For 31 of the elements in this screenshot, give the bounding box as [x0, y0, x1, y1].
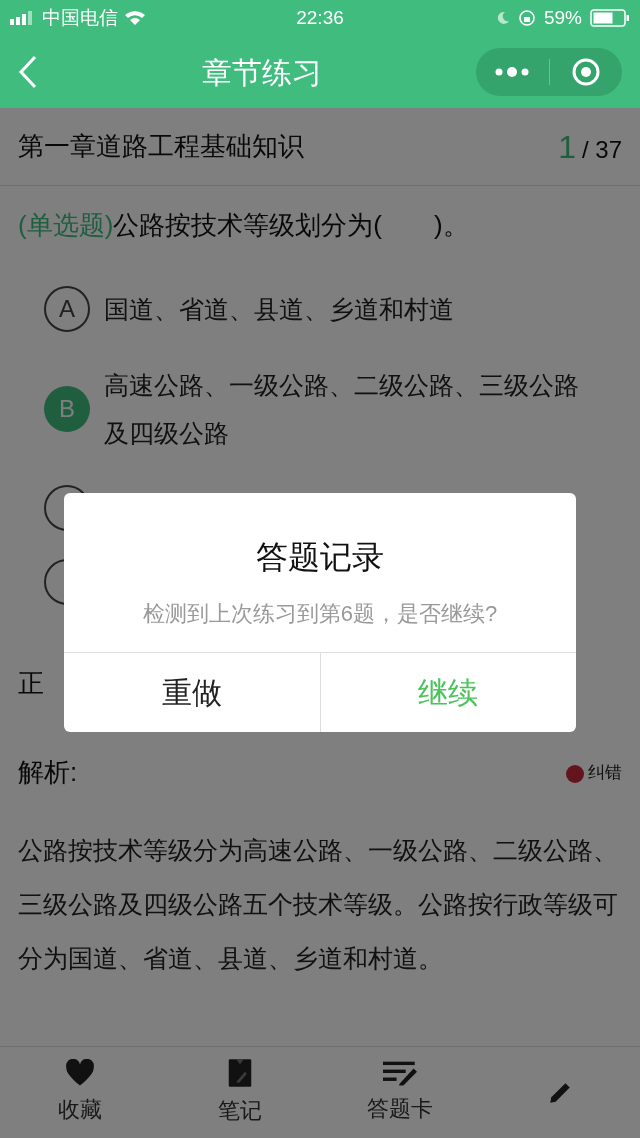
dialog-message: 检测到上次练习到第6题，是否继续? [142, 600, 498, 628]
battery-icon [590, 9, 630, 27]
analysis-text: 公路按技术等级分为高速公路、一级公路、二级公路、三级公路及四级公路五个技术等级。公路按行政等级可分为国道、省道、县道、乡道和村道。 [17, 835, 619, 974]
dialog-title: 答题记录 [256, 538, 384, 577]
battery-percent: 59% [543, 5, 582, 30]
option-text: 国道、省道、县道、乡道和村道 [104, 294, 454, 325]
option-letter[interactable]: A [44, 286, 90, 332]
analysis-label: 解析: [18, 756, 78, 789]
page-title: 章节练习 [202, 54, 322, 91]
heart-icon [65, 1059, 95, 1087]
close-icon [570, 57, 601, 87]
question-text: (单选题)公路按技术等级划分为( )。 [17, 209, 470, 242]
rotation-lock-icon [517, 9, 536, 27]
wifi-icon [124, 10, 146, 26]
list-pen-icon [383, 1060, 417, 1086]
report-error-link[interactable]: 纠错 [588, 759, 622, 786]
dialog-button[interactable]: 继续 [319, 653, 576, 732]
more-icon [494, 67, 531, 77]
current-number: 1 [558, 127, 576, 167]
toolbar-tab[interactable]: 答题卡 [320, 1047, 480, 1138]
toolbar-tab[interactable]: 收藏 [0, 1047, 160, 1138]
carrier-name: 中国电信 [42, 5, 118, 30]
toolbar-tab[interactable]: 笔记 [160, 1047, 320, 1138]
clock-time: 22:36 [296, 5, 344, 30]
dialog-button[interactable]: 重做 [64, 653, 320, 732]
option-text: 高速公路、一级公路、二级公路、三级公路及四级公路 [104, 370, 580, 449]
notebook-icon [227, 1058, 253, 1088]
chapter-title: 第一章道路工程基础知识 [18, 130, 304, 163]
moon-icon [495, 11, 510, 25]
answer-label: 正 [18, 667, 44, 700]
total-count: / 37 [581, 134, 622, 165]
